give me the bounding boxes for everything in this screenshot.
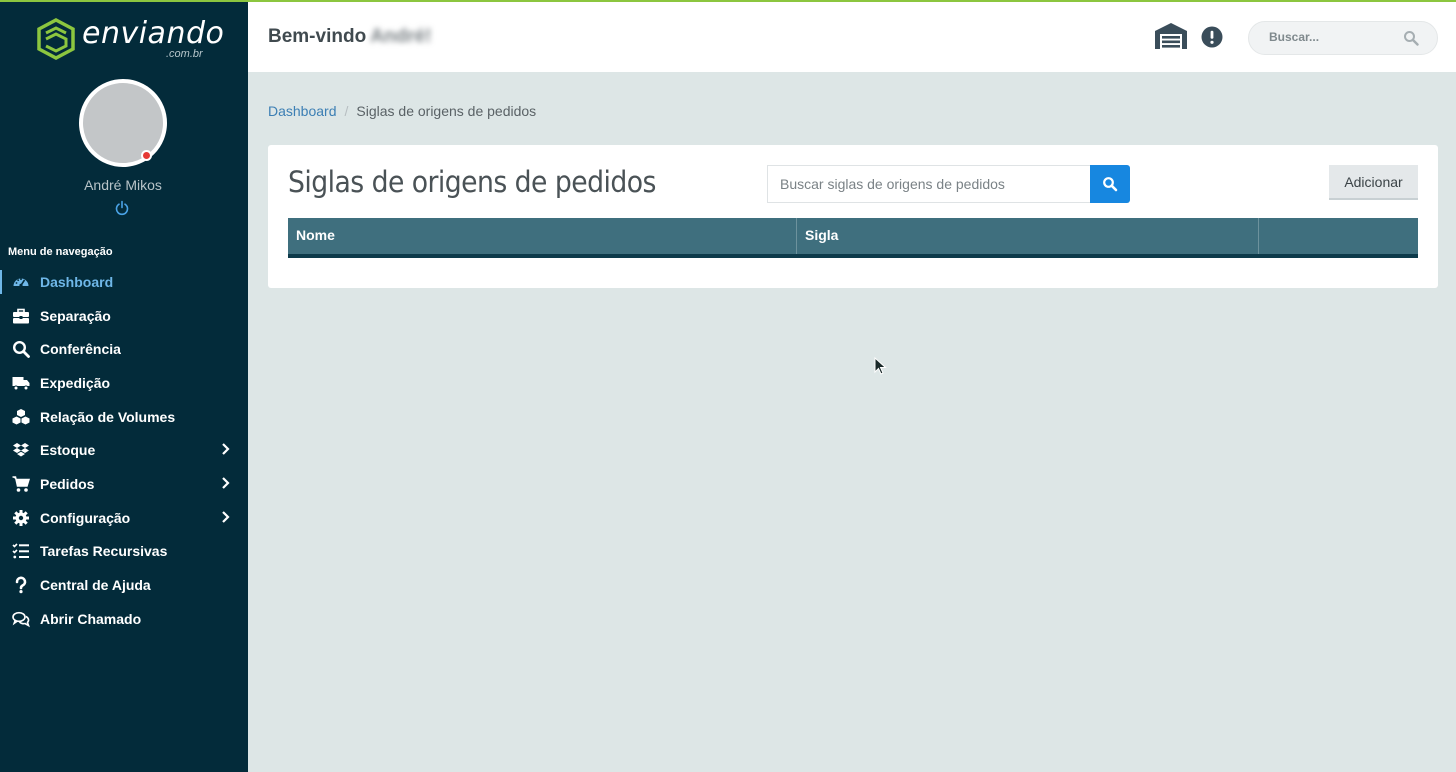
sidebar-item-abrir-chamado[interactable]: Abrir Chamado — [0, 602, 248, 636]
chat-icon — [11, 610, 31, 628]
add-button[interactable]: Adicionar — [1329, 165, 1418, 200]
sidebar-item-label: Configuração — [40, 509, 131, 526]
sidebar-item-estoque[interactable]: Estoque — [0, 433, 248, 467]
brand-logo[interactable]: enviando .com.br — [36, 16, 226, 64]
user-name: André Mikos — [84, 177, 162, 193]
sidebar-item-label: Estoque — [40, 442, 96, 459]
sidebar-item-pedidos[interactable]: Pedidos — [0, 467, 248, 501]
top-accent-line — [0, 0, 1456, 2]
global-search-input[interactable] — [1269, 30, 1399, 44]
tasks-icon — [11, 542, 31, 560]
top-header: Bem-vindo André! — [248, 2, 1456, 72]
chevron-right-icon — [222, 443, 230, 456]
breadcrumb: Dashboard / Siglas de origens de pedidos — [268, 103, 536, 119]
question-icon — [11, 576, 31, 594]
sidebar-item-relacao-volumes[interactable]: Relação de Volumes — [0, 400, 248, 434]
status-badge — [141, 150, 152, 161]
sidebar-item-label: Relação de Volumes — [40, 408, 176, 425]
sidebar-item-label: Abrir Chamado — [40, 610, 142, 627]
breadcrumb-separator: / — [344, 103, 349, 119]
content-card: Siglas de origens de pedidos Adicionar N… — [268, 145, 1438, 288]
data-table: Nome Sigla — [288, 218, 1418, 258]
brand-name: enviando — [82, 16, 225, 51]
table-search — [767, 165, 1091, 203]
sidebar-item-label: Central de Ajuda — [40, 577, 151, 594]
truck-icon — [11, 374, 31, 392]
column-header-sigla[interactable]: Sigla — [797, 218, 1259, 254]
page-title: Siglas de origens de pedidos — [288, 165, 656, 199]
gear-icon — [11, 509, 31, 527]
power-icon[interactable] — [114, 200, 130, 216]
sidebar-item-label: Pedidos — [40, 475, 95, 492]
dropbox-icon — [11, 441, 31, 459]
warehouse-icon[interactable] — [1154, 22, 1188, 50]
search-icon — [11, 340, 31, 359]
nav-heading: Menu de navegação — [8, 246, 113, 258]
sidebar: enviando .com.br André Mikos Menu de nav… — [0, 0, 248, 772]
sidebar-item-label: Tarefas Recursivas — [40, 543, 168, 560]
search-icon — [1103, 177, 1118, 192]
global-search — [1248, 21, 1438, 55]
sidebar-item-conferencia[interactable]: Conferência — [0, 332, 248, 366]
sidebar-item-dashboard[interactable]: Dashboard — [0, 265, 248, 299]
sidebar-item-label: Separação — [40, 307, 111, 324]
sidebar-item-label: Conferência — [40, 341, 121, 358]
table-search-input[interactable] — [780, 176, 1080, 192]
sidebar-item-tarefas-recursivas[interactable]: Tarefas Recursivas — [0, 535, 248, 569]
breadcrumb-current: Siglas de origens de pedidos — [356, 103, 537, 119]
welcome-user-name: André! — [370, 26, 432, 47]
sidebar-item-central-ajuda[interactable]: Central de Ajuda — [0, 568, 248, 602]
sidebar-item-separacao[interactable]: Separação — [0, 299, 248, 333]
brand-suffix: .com.br — [166, 48, 203, 60]
toolbox-icon — [11, 307, 31, 325]
sidebar-item-label: Expedição — [40, 374, 111, 391]
mouse-cursor-icon — [874, 357, 887, 375]
cart-icon — [11, 475, 31, 493]
avatar[interactable] — [79, 79, 167, 167]
alert-icon[interactable] — [1201, 26, 1223, 48]
cubes-icon — [11, 408, 31, 426]
welcome-label: Bem-vindo — [268, 26, 367, 47]
column-header-actions — [1259, 218, 1418, 254]
search-icon[interactable] — [1403, 30, 1419, 46]
column-header-nome[interactable]: Nome — [288, 218, 797, 254]
nav-menu: Dashboard Separação Conferência Expediçã… — [0, 265, 248, 636]
search-button[interactable] — [1090, 165, 1130, 203]
gauge-icon — [11, 273, 31, 291]
sidebar-item-configuracao[interactable]: Configuração — [0, 501, 248, 535]
box-logo-icon — [37, 18, 75, 60]
sidebar-item-expedicao[interactable]: Expedição — [0, 366, 248, 400]
chevron-right-icon — [222, 477, 230, 489]
sidebar-item-label: Dashboard — [40, 273, 114, 290]
welcome-message: Bem-vindo André! — [268, 26, 431, 48]
chevron-right-icon — [222, 511, 230, 523]
breadcrumb-dashboard-link[interactable]: Dashboard — [268, 103, 337, 119]
